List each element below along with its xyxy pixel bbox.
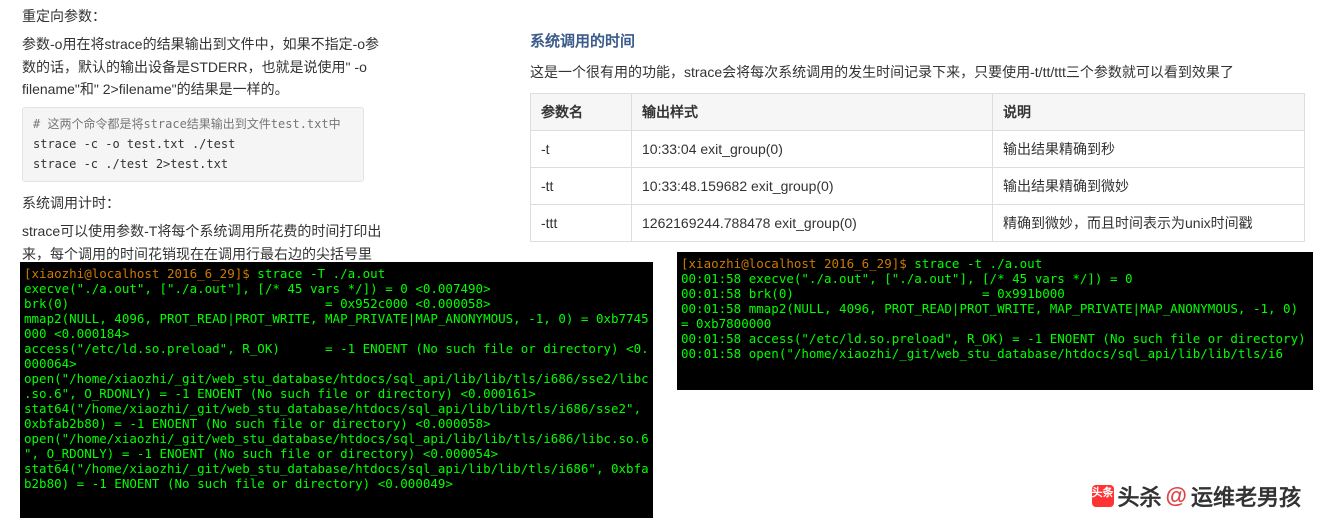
section-title: 系统调用的时间 xyxy=(530,30,1305,51)
cell-output: 1262169244.788478 exit_group(0) xyxy=(632,205,993,242)
term-line: 00:01:58 access("/etc/ld.so.preload", R_… xyxy=(681,331,1306,346)
terminal-left: [xiaozhi@localhost 2016_6_29]$ strace -T… xyxy=(20,262,653,518)
toutiao-icon xyxy=(1092,485,1114,507)
left-column: 重定向参数： 参数-o用在将strace的结果输出到文件中，如果不指定-o参数的… xyxy=(22,5,387,293)
term-line: stat64("/home/xiaozhi/_git/web_stu_datab… xyxy=(24,461,649,491)
term-line: access("/etc/ld.so.preload", R_OK) = -1 … xyxy=(24,341,649,371)
term-line: open("/home/xiaozhi/_git/web_stu_databas… xyxy=(24,431,649,461)
term-line: brk(0) = 0x952c000 <0.000058> xyxy=(24,296,491,311)
cell-desc: 精确到微妙，而且时间表示为unix时间戳 xyxy=(993,205,1305,242)
prompt: [xiaozhi@localhost 2016_6_29]$ xyxy=(24,266,257,281)
code-line: strace -c ./test 2>test.txt xyxy=(33,154,353,174)
timing-heading: 系统调用计时： xyxy=(22,192,387,214)
cell-desc: 输出结果精确到微妙 xyxy=(993,168,1305,205)
params-table: 参数名 输出样式 说明 -t 10:33:04 exit_group(0) 输出… xyxy=(530,93,1305,242)
cell-output: 10:33:48.159682 exit_group(0) xyxy=(632,168,993,205)
prompt: [xiaozhi@localhost 2016_6_29]$ xyxy=(681,256,914,271)
section-intro: 这是一个很有用的功能，strace会将每次系统调用的发生时间记录下来，只要使用-… xyxy=(530,61,1305,83)
term-line: 00:01:58 open("/home/xiaozhi/_git/web_st… xyxy=(681,346,1283,361)
th-output: 输出样式 xyxy=(632,94,993,131)
term-line: 00:01:58 mmap2(NULL, 4096, PROT_READ|PRO… xyxy=(681,301,1306,331)
cmd: strace -T ./a.out xyxy=(257,266,385,281)
cmd: strace -t ./a.out xyxy=(914,256,1042,271)
term-line: execve("./a.out", ["./a.out"], [/* 45 va… xyxy=(24,281,491,296)
cell-param: -t xyxy=(531,131,632,168)
at-icon: @ xyxy=(1166,483,1187,509)
right-column: 系统调用的时间 这是一个很有用的功能，strace会将每次系统调用的发生时间记录… xyxy=(530,30,1305,242)
cell-param: -ttt xyxy=(531,205,632,242)
cell-param: -tt xyxy=(531,168,632,205)
cell-desc: 输出结果精确到秒 xyxy=(993,131,1305,168)
cell-output: 10:33:04 exit_group(0) xyxy=(632,131,993,168)
table-row: -tt 10:33:48.159682 exit_group(0) 输出结果精确… xyxy=(531,168,1305,205)
code-snippet: # 这两个命令都是将strace结果输出到文件test.txt中 strace … xyxy=(22,107,364,182)
th-param: 参数名 xyxy=(531,94,632,131)
term-line: stat64("/home/xiaozhi/_git/web_stu_datab… xyxy=(24,401,649,431)
redirect-heading: 重定向参数： xyxy=(22,5,387,27)
table-row: -t 10:33:04 exit_group(0) 输出结果精确到秒 xyxy=(531,131,1305,168)
redirect-desc: 参数-o用在将strace的结果输出到文件中，如果不指定-o参数的话，默认的输出… xyxy=(22,33,387,100)
term-line: 00:01:58 brk(0) = 0x991b000 xyxy=(681,286,1065,301)
th-desc: 说明 xyxy=(993,94,1305,131)
watermark-brand: 头杀 xyxy=(1118,480,1162,512)
term-line: 00:01:58 execve("./a.out", ["./a.out"], … xyxy=(681,271,1133,286)
table-row: -ttt 1262169244.788478 exit_group(0) 精确到… xyxy=(531,205,1305,242)
code-comment: # 这两个命令都是将strace结果输出到文件test.txt中 xyxy=(33,114,353,134)
watermark-author: 运维老男孩 xyxy=(1191,480,1301,512)
table-header-row: 参数名 输出样式 说明 xyxy=(531,94,1305,131)
code-line: strace -c -o test.txt ./test xyxy=(33,134,353,154)
term-line: open("/home/xiaozhi/_git/web_stu_databas… xyxy=(24,371,649,401)
watermark: 头杀 @ 运维老男孩 xyxy=(1092,480,1301,512)
terminal-right: [xiaozhi@localhost 2016_6_29]$ strace -t… xyxy=(677,252,1313,390)
term-line: mmap2(NULL, 4096, PROT_READ|PROT_WRITE, … xyxy=(24,311,649,341)
